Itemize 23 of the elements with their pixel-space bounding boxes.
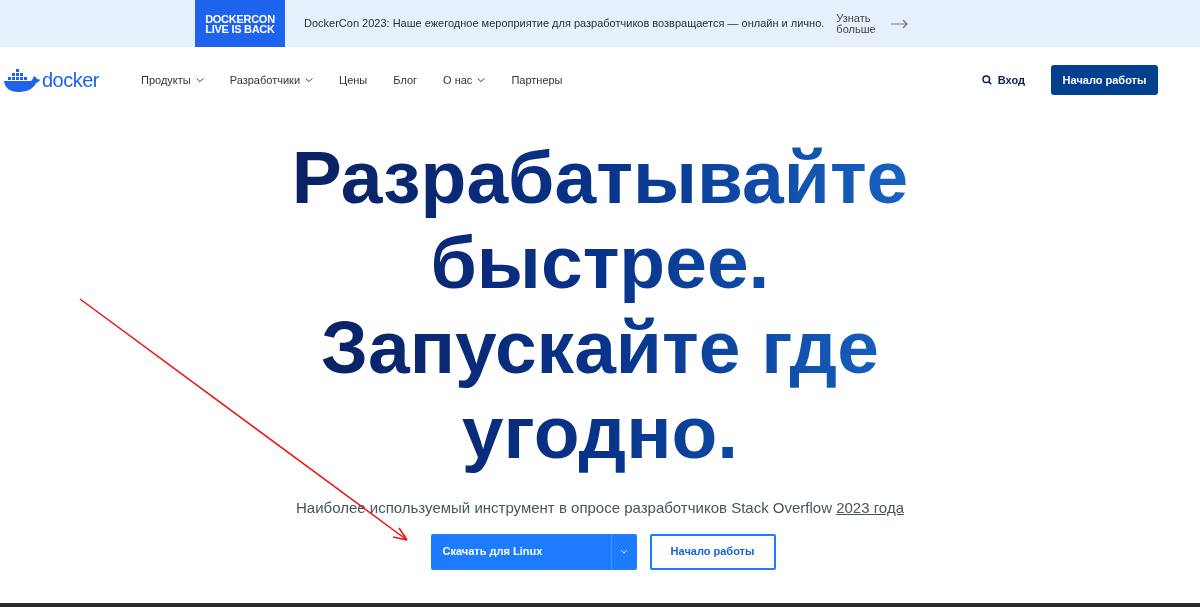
chevron-down-icon bbox=[477, 77, 486, 83]
chevron-down-icon bbox=[620, 549, 628, 554]
login-link[interactable]: Вход bbox=[997, 71, 1025, 89]
docker-logo[interactable]: docker bbox=[4, 65, 100, 95]
nav-link[interactable]: Партнеры bbox=[511, 71, 563, 89]
nav-link[interactable]: Продукты bbox=[141, 71, 204, 89]
nav-link[interactable]: Цены bbox=[339, 71, 368, 89]
download-button[interactable]: Скачать для Linux bbox=[430, 533, 611, 570]
nav-link[interactable]: Разработчики bbox=[229, 71, 314, 89]
chevron-down-icon bbox=[195, 77, 204, 83]
learn-more-link[interactable]: Узнать больше bbox=[836, 12, 877, 35]
arrow-right-icon[interactable] bbox=[891, 18, 909, 29]
survey-link[interactable]: 2023 года bbox=[836, 499, 904, 516]
get-started-button[interactable]: Начало работы bbox=[1051, 65, 1158, 95]
search-icon[interactable] bbox=[981, 75, 992, 85]
banner-text: DockerCon 2023: Наше ежегодное мероприятие для разработчиков возвращается — онлайн и лично. bbox=[304, 16, 825, 32]
start-button[interactable]: Начало работы bbox=[649, 533, 776, 570]
dockercon-logo: DOCKERCON LIVE IS BACK bbox=[195, 0, 285, 47]
nav-link[interactable]: О нас bbox=[443, 71, 486, 89]
hero-subtitle: Наиболее используемый инструмент в опросе разработчиков Stack Overflow 2023 года bbox=[296, 498, 904, 518]
whale-icon bbox=[4, 68, 40, 92]
chevron-down-icon bbox=[305, 77, 314, 83]
nav-link[interactable]: Блог bbox=[393, 71, 418, 89]
